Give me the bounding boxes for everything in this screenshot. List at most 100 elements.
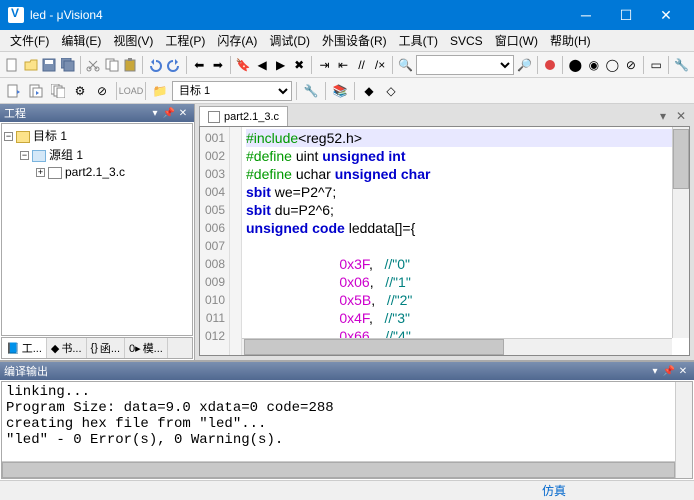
minimize-button[interactable]: ─	[566, 0, 606, 30]
close-button[interactable]: ✕	[646, 0, 686, 30]
main-area: 工程 ▾ 📌 ✕ −目标 1 −源组 1 +part2.1_3.c 📘工... …	[0, 104, 694, 360]
bookmark-next-icon[interactable]: ▶	[272, 55, 289, 75]
output-text[interactable]: linking... Program Size: data=9.0 xdata=…	[1, 381, 693, 479]
tab-templates[interactable]: 0▸模...	[125, 338, 168, 358]
menu-help[interactable]: 帮助(H)	[544, 30, 597, 51]
manage-books-icon[interactable]: 📚	[330, 81, 350, 101]
debug-icon[interactable]	[542, 55, 559, 75]
project-panel-title: 工程	[4, 105, 148, 121]
bookmark-prev-icon[interactable]: ◀	[254, 55, 271, 75]
code-area[interactable]: #include<reg52.h>#define uint unsigned i…	[242, 127, 689, 355]
vertical-scrollbar[interactable]	[672, 127, 689, 338]
save-all-icon[interactable]	[60, 55, 77, 75]
tab-functions[interactable]: {}函...	[87, 338, 126, 358]
batch-build-icon[interactable]: ⚙	[70, 81, 90, 101]
window-title: led - μVision4	[30, 8, 566, 22]
marker-gutter	[230, 127, 242, 355]
new-file-icon[interactable]	[4, 55, 21, 75]
editor-panel: part2.1_3.c ▾ ✕ 001002003004005006007008…	[195, 104, 694, 360]
output-pin-icon[interactable]: 📌	[662, 364, 676, 378]
panel-close-icon[interactable]: ✕	[176, 106, 190, 120]
options-icon[interactable]: 🔧	[301, 81, 321, 101]
menu-debug[interactable]: 调试(D)	[263, 30, 316, 51]
file-tabs: part2.1_3.c ▾ ✕	[195, 104, 694, 126]
line-gutter: 001002003004005006007008009010011012	[200, 127, 230, 355]
translate-icon[interactable]	[4, 81, 24, 101]
title-bar: led - μVision4 ─ ☐ ✕	[0, 0, 694, 30]
project-panel: 工程 ▾ 📌 ✕ −目标 1 −源组 1 +part2.1_3.c 📘工... …	[0, 104, 195, 360]
toolbar-main: ⬅ ➡ 🔖 ◀ ▶ ✖ ⇥ ⇤ // /× 🔍 🔎 ⬤ ◉ ◯ ⊘ ▭ 🔧	[0, 52, 694, 78]
insert-bp-icon[interactable]: ◉	[586, 55, 603, 75]
bookmark-icon[interactable]: 🔖	[235, 55, 252, 75]
output-close-icon[interactable]: ✕	[676, 364, 690, 378]
cut-icon[interactable]	[85, 55, 102, 75]
menu-bar: 文件(F) 编辑(E) 视图(V) 工程(P) 闪存(A) 调试(D) 外围设备…	[0, 30, 694, 52]
panel-dropdown-icon[interactable]: ▾	[148, 106, 162, 120]
breakpoint-icon[interactable]: ⬤	[567, 55, 584, 75]
indent-icon[interactable]: ⇥	[316, 55, 333, 75]
save-icon[interactable]	[41, 55, 58, 75]
redo-icon[interactable]	[166, 55, 183, 75]
menu-flash[interactable]: 闪存(A)	[211, 30, 263, 51]
status-simulate[interactable]: 仿真	[534, 482, 574, 499]
maximize-button[interactable]: ☐	[606, 0, 646, 30]
toolbar-build: ⚙ ⊘ LOAD 📁 目标 1 🔧 📚 ◆ ◇	[0, 78, 694, 104]
menu-view[interactable]: 视图(V)	[107, 30, 159, 51]
menu-tools[interactable]: 工具(T)	[393, 30, 444, 51]
project-tabs: 📘工... ◆书... {}函... 0▸模...	[1, 337, 193, 359]
window-icon[interactable]: ▭	[648, 55, 665, 75]
open-file-icon[interactable]	[23, 55, 40, 75]
rebuild-icon[interactable]	[48, 81, 68, 101]
output-panel-title: 编译输出	[4, 363, 648, 379]
menu-file[interactable]: 文件(F)	[4, 30, 55, 51]
tab-project[interactable]: 📘工...	[2, 338, 47, 358]
menu-window[interactable]: 窗口(W)	[489, 30, 544, 51]
bookmark-clear-icon[interactable]: ✖	[291, 55, 308, 75]
nav-back-icon[interactable]: ⬅	[191, 55, 208, 75]
menu-project[interactable]: 工程(P)	[159, 30, 211, 51]
undo-icon[interactable]	[147, 55, 164, 75]
horizontal-scrollbar[interactable]	[242, 338, 672, 355]
tree-group[interactable]: −源组 1	[4, 145, 190, 164]
paste-icon[interactable]	[122, 55, 139, 75]
stop-build-icon[interactable]: ⊘	[92, 81, 112, 101]
tab-close-icon[interactable]: ✕	[672, 106, 690, 126]
find-icon[interactable]: 🔍	[397, 55, 414, 75]
build-output-panel: 编译输出 ▾ 📌 ✕ linking... Program Size: data…	[0, 360, 694, 480]
copy-icon[interactable]	[103, 55, 120, 75]
outdent-icon[interactable]: ⇤	[335, 55, 352, 75]
menu-edit[interactable]: 编辑(E)	[55, 30, 107, 51]
panel-pin-icon[interactable]: 📌	[162, 106, 176, 120]
uncomment-icon[interactable]: /×	[372, 55, 389, 75]
output-panel-header: 编译输出 ▾ 📌 ✕	[0, 362, 694, 380]
build-icon[interactable]	[26, 81, 46, 101]
tab-books[interactable]: ◆书...	[47, 338, 87, 358]
status-bar: 仿真	[0, 480, 694, 500]
project-tree[interactable]: −目标 1 −源组 1 +part2.1_3.c	[1, 123, 193, 336]
target-select[interactable]: 目标 1	[172, 81, 292, 101]
output-vscroll[interactable]	[675, 382, 692, 478]
find-in-files-icon[interactable]: 🔎	[516, 55, 533, 75]
enable-bp-icon[interactable]: ◯	[604, 55, 621, 75]
manage-components-icon[interactable]: ◆	[359, 81, 379, 101]
config-icon[interactable]: 🔧	[673, 55, 690, 75]
project-panel-header: 工程 ▾ 📌 ✕	[0, 104, 194, 122]
target-options-icon[interactable]: 📁	[150, 81, 170, 101]
menu-peripherals[interactable]: 外围设备(R)	[316, 30, 393, 51]
tree-file[interactable]: +part2.1_3.c	[4, 164, 190, 180]
file-tab-active[interactable]: part2.1_3.c	[199, 106, 288, 126]
comment-icon[interactable]: //	[353, 55, 370, 75]
app-icon	[8, 7, 24, 23]
output-hscroll[interactable]	[2, 461, 675, 478]
tab-dropdown-icon[interactable]: ▾	[654, 106, 672, 126]
kill-bp-icon[interactable]: ⊘	[623, 55, 640, 75]
file-icon	[208, 111, 220, 123]
download-icon[interactable]: LOAD	[121, 81, 141, 101]
code-editor[interactable]: 001002003004005006007008009010011012 #in…	[199, 126, 690, 356]
output-dropdown-icon[interactable]: ▾	[648, 364, 662, 378]
find-combo[interactable]	[416, 55, 514, 75]
menu-svcs[interactable]: SVCS	[444, 32, 489, 50]
nav-fwd-icon[interactable]: ➡	[210, 55, 227, 75]
tree-target[interactable]: −目标 1	[4, 126, 190, 145]
select-packs-icon[interactable]: ◇	[381, 81, 401, 101]
